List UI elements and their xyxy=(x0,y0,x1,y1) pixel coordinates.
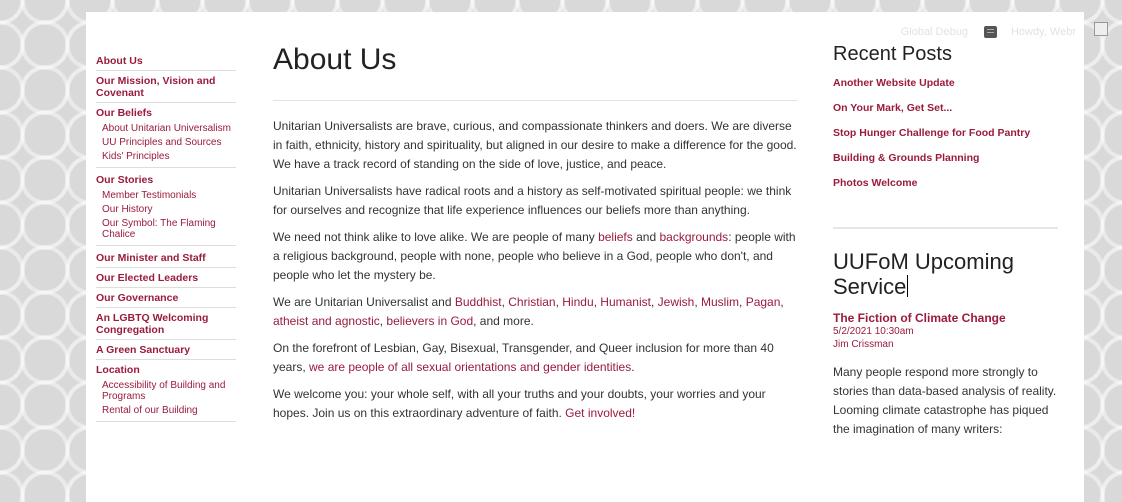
nav-our-stories[interactable]: Our Stories xyxy=(96,172,236,189)
comment-icon[interactable] xyxy=(983,26,997,38)
upcoming-service-title[interactable]: UUFoM Upcoming Service xyxy=(833,249,1058,299)
recent-post-link[interactable]: Photos Welcome xyxy=(833,176,1058,191)
believers-in-god-link[interactable]: believers in God xyxy=(386,314,473,328)
event-author[interactable]: Jim Crissman xyxy=(833,338,1058,351)
nav-uu-principles[interactable]: UU Principles and Sources xyxy=(96,136,236,150)
intro-paragraph: Unitarian Universalists are brave, curio… xyxy=(273,119,797,171)
main-content: About Us Unitarian Universalists are bra… xyxy=(273,42,798,431)
nav-elected-leaders[interactable]: Our Elected Leaders xyxy=(96,270,236,288)
nav-about-us[interactable]: About Us xyxy=(96,53,236,71)
admin-bar: Global Debug Howdy, Webr xyxy=(901,22,1084,42)
nav-our-history[interactable]: Our History xyxy=(96,203,236,217)
get-involved-link[interactable]: Get involved! xyxy=(565,406,635,420)
recent-post-link[interactable]: Another Website Update xyxy=(833,76,1058,91)
nav-our-beliefs[interactable]: Our Beliefs xyxy=(96,105,236,122)
user-avatar-icon[interactable] xyxy=(1094,22,1108,36)
event-datetime: 5/2/2021 10:30am xyxy=(833,326,914,337)
text-cursor xyxy=(907,275,909,297)
nav-group-location: Location Accessibility of Building and P… xyxy=(96,362,236,422)
nav-group-stories: Our Stories Member Testimonials Our Hist… xyxy=(96,172,236,246)
nav-member-testimonials[interactable]: Member Testimonials xyxy=(96,189,236,203)
nav-kids-principles[interactable]: Kids' Principles xyxy=(96,150,236,164)
nav-minister-staff[interactable]: Our Minister and Staff xyxy=(96,250,236,268)
beliefs-link[interactable]: beliefs xyxy=(598,230,633,244)
lgbtq-paragraph: On the forefront of Lesbian, Gay, Bisexu… xyxy=(273,341,774,374)
page-title: About Us xyxy=(273,42,798,101)
orientations-link[interactable]: we are people of all sexual orientations… xyxy=(309,360,631,374)
page: Global Debug Howdy, Webr About Us Our Mi… xyxy=(86,12,1084,502)
recent-post-link[interactable]: Building & Grounds Planning xyxy=(833,151,1058,166)
event-title-link[interactable]: The Fiction of Climate Change xyxy=(833,311,1058,326)
sidebar-divider xyxy=(833,227,1058,229)
humanist-link[interactable]: Humanist xyxy=(600,295,651,309)
left-navigation: About Us Our Mission, Vision and Covenan… xyxy=(96,53,236,426)
nav-flaming-chalice[interactable]: Our Symbol: The Flaming Chalice xyxy=(96,217,236,242)
right-sidebar: Recent Posts Another Website Update On Y… xyxy=(833,42,1058,439)
recent-posts-title: Recent Posts xyxy=(833,43,952,65)
buddhist-link[interactable]: Buddhist xyxy=(455,295,502,309)
nav-lgbtq-welcoming[interactable]: An LGBTQ Welcoming Congregation xyxy=(96,310,236,340)
muslim-link[interactable]: Muslim xyxy=(701,295,739,309)
nav-group-beliefs: Our Beliefs About Unitarian Universalism… xyxy=(96,105,236,168)
nav-governance[interactable]: Our Governance xyxy=(96,290,236,308)
roots-paragraph: Unitarian Universalists have radical roo… xyxy=(273,184,792,217)
nav-location[interactable]: Location xyxy=(96,362,236,379)
pagan-link[interactable]: Pagan xyxy=(746,295,781,309)
beliefs-paragraph: We need not think alike to love alike. W… xyxy=(273,230,796,282)
atheist-agnostic-link[interactable]: atheist and agnostic xyxy=(273,314,380,328)
backgrounds-link[interactable]: backgrounds xyxy=(659,230,728,244)
recent-posts-list: Another Website Update On Your Mark, Get… xyxy=(833,76,1058,191)
faiths-paragraph: We are Unitarian Universalist and Buddhi… xyxy=(273,295,784,328)
welcome-paragraph: We welcome you: your whole self, with al… xyxy=(273,387,766,420)
recent-post-link[interactable]: Stop Hunger Challenge for Food Pantry xyxy=(833,126,1058,141)
nav-accessibility[interactable]: Accessibility of Building and Programs xyxy=(96,379,236,404)
jewish-link[interactable]: Jewish xyxy=(658,295,695,309)
recent-post-link[interactable]: On Your Mark, Get Set... xyxy=(833,101,1058,116)
global-debug-link[interactable]: Global Debug xyxy=(901,26,968,38)
nav-green-sanctuary[interactable]: A Green Sanctuary xyxy=(96,342,236,360)
nav-mission-vision-covenant[interactable]: Our Mission, Vision and Covenant xyxy=(96,73,236,103)
howdy-user-link[interactable]: Howdy, Webr xyxy=(1011,26,1076,38)
hindu-link[interactable]: Hindu xyxy=(562,295,593,309)
christian-link[interactable]: Christian xyxy=(508,295,555,309)
nav-rental[interactable]: Rental of our Building xyxy=(96,404,236,418)
event-description: Many people respond more strongly to sto… xyxy=(833,365,1057,436)
nav-about-uu[interactable]: About Unitarian Universalism xyxy=(96,122,236,136)
